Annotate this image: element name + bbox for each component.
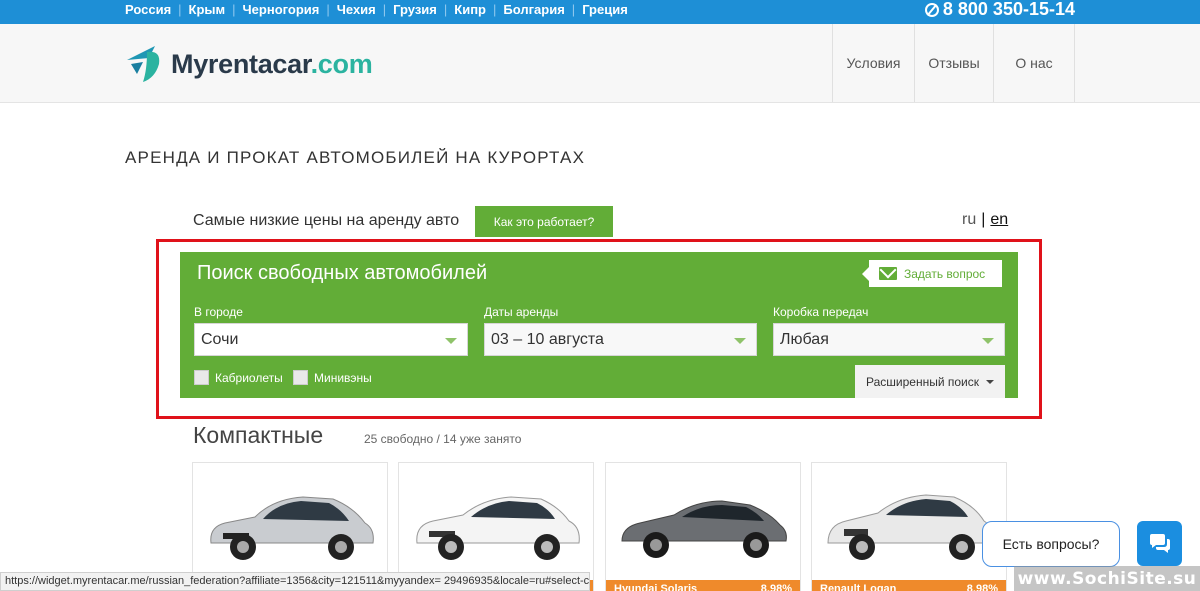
country-link-bulgaria[interactable]: Болгария [503,2,564,17]
checkbox-box [293,370,308,385]
logo-domain: .com [310,48,373,79]
city-label: В городе [194,305,243,319]
tagline: Самые низкие цены на аренду авто [193,212,460,229]
country-separator: | [326,2,330,17]
dates-select[interactable]: 03 – 10 августа [484,323,757,356]
chevron-down-icon [445,338,457,344]
logo-text: Myrentacar.com [171,48,373,80]
car-image [416,496,580,560]
logo[interactable]: Myrentacar.com [125,44,373,84]
country-separator: | [443,2,448,17]
country-link-cyprus[interactable]: Кипр [454,2,486,17]
logo-icon [127,46,160,82]
city-value: Сочи [201,330,239,348]
country-link-czech[interactable]: Чехия [337,2,376,17]
lang-ru-link[interactable]: ru [962,211,976,228]
car-card[interactable]: Renault Logan 8.98% [811,462,1007,591]
nav-terms[interactable]: Условия [832,24,914,102]
country-separator: | [571,2,576,17]
how-it-works-button[interactable]: Как это работает? [475,206,613,237]
car-discount: 8.98% [966,583,998,591]
gearbox-value: Любая [780,330,829,348]
country-links: Россия | Крым | Черногория | Чехия | Гру… [125,2,628,17]
car-strip: Hyundai Solaris 8.98% [606,580,800,591]
chat-bubble[interactable]: Есть вопросы? [982,521,1120,567]
dates-value: 03 – 10 августа [491,330,604,348]
phone-number[interactable]: 8 800 350-15-14 [924,0,1075,20]
language-switcher: ru | en [962,211,1008,229]
car-image [827,494,993,560]
phone-icon [924,2,939,17]
watermark: www.SochiSite.su [1014,566,1200,591]
category-count: 25 свободно / 14 уже занято [364,432,522,446]
caret-down-icon [986,379,994,384]
site-header: Myrentacar.com Условия Отзывы О нас [0,24,1200,103]
country-link-russia[interactable]: Россия [125,2,171,17]
lang-en-link[interactable]: en [990,211,1008,228]
envelope-icon [879,267,897,280]
country-separator: | [493,2,497,17]
ask-question-button[interactable]: Задать вопрос [862,260,1002,287]
browser-status-bar: https://widget.myrentacar.me/russian_fed… [0,572,590,591]
country-separator: | [382,2,387,17]
top-bar: Россия | Крым | Черногория | Чехия | Гру… [0,0,1200,24]
nav-about[interactable]: О нас [993,24,1075,102]
lang-separator: | [981,211,986,228]
car-image [210,496,374,560]
chat-button[interactable] [1137,521,1182,566]
main-nav: Условия Отзывы О нас [832,24,1075,102]
car-name: Renault Logan [820,583,897,591]
chat-bubbles-icon [1149,533,1170,553]
ask-question-label: Задать вопрос [904,266,986,281]
chevron-down-icon [982,338,994,344]
search-panel: Поиск свободных автомобилей Задать вопро… [180,252,1018,398]
advanced-search-button[interactable]: Расширенный поиск [855,365,1005,398]
gearbox-label: Коробка передач [773,305,869,319]
convertible-label: Кабриолеты [215,370,283,385]
city-select[interactable]: Сочи [194,323,468,356]
country-link-crimea[interactable]: Крым [189,2,226,17]
car-image [621,500,787,558]
phone-text: 8 800 350-15-14 [942,0,1075,19]
page-title: АРЕНДА И ПРОКАТ АВТОМОБИЛЕЙ НА КУРОРТАХ [125,148,586,167]
checkbox-box [194,370,209,385]
chevron-down-icon [734,338,746,344]
nav-reviews[interactable]: Отзывы [914,24,993,102]
country-separator: | [232,2,236,17]
search-title: Поиск свободных автомобилей [197,262,488,284]
advanced-search-label: Расширенный поиск [866,374,979,389]
minivan-label: Минивэны [314,370,372,385]
country-link-montenegro[interactable]: Черногория [243,2,320,17]
car-strip: Renault Logan 8.98% [812,580,1006,591]
category-title: Компактные [193,422,324,448]
country-link-georgia[interactable]: Грузия [393,2,437,17]
convertible-checkbox[interactable]: Кабриолеты [194,370,283,385]
car-card[interactable]: Hyundai Solaris 8.98% [605,462,801,591]
minivan-checkbox[interactable]: Минивэны [293,370,372,385]
gearbox-select[interactable]: Любая [773,323,1005,356]
car-name: Hyundai Solaris [614,583,698,591]
dates-label: Даты аренды [484,305,559,319]
logo-main: Myrentacar [171,48,311,79]
car-discount: 8.98% [760,583,792,591]
country-separator: | [178,2,182,17]
country-link-greece[interactable]: Греция [582,2,628,17]
